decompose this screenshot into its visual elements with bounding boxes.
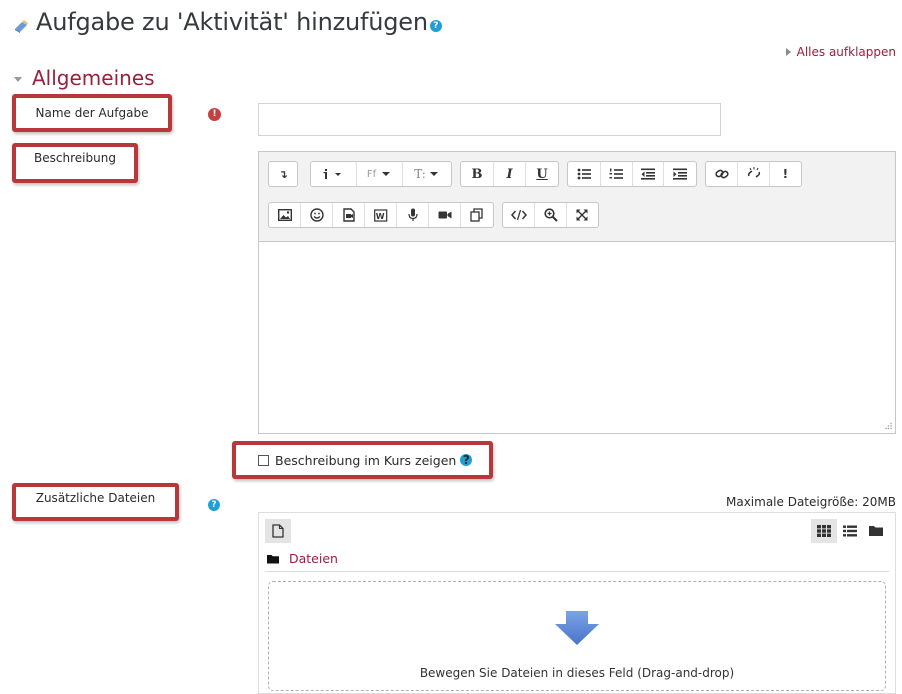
editor-toolbar: ↴ Ff T: B I U ! W <box>259 152 895 242</box>
list-view-icon[interactable] <box>837 519 863 543</box>
font-size-dropdown-icon[interactable]: T: <box>403 162 451 186</box>
show-description-label[interactable]: Beschreibung im Kurs zeigen <box>275 453 456 468</box>
editor-content-area[interactable] <box>259 242 895 433</box>
help-icon[interactable]: ? <box>460 454 473 466</box>
accessibility-checker-icon[interactable]: ! <box>770 162 801 186</box>
file-manager-toolbar <box>259 513 895 547</box>
dropzone-text: Bewegen Sie Dateien in dieses Feld (Drag… <box>419 666 735 680</box>
toolbar-group-tools <box>502 202 599 228</box>
assignment-icon <box>15 20 28 33</box>
record-audio-icon[interactable] <box>397 203 429 227</box>
outdent-icon[interactable] <box>633 162 665 186</box>
toolbar-group-media: W <box>268 202 494 228</box>
folder-label: Dateien <box>289 551 338 566</box>
name-label: Name der Aufgabe <box>35 106 149 120</box>
media-icon[interactable] <box>333 203 365 227</box>
arrow-down-icon <box>555 611 599 645</box>
unlink-icon[interactable] <box>738 162 770 186</box>
name-label-highlight: Name der Aufgabe <box>12 94 172 132</box>
help-icon[interactable]: ? <box>429 20 442 32</box>
show-description-checkbox[interactable] <box>258 454 269 466</box>
required-icon: ! <box>208 108 221 121</box>
resize-handle-icon[interactable] <box>884 422 892 430</box>
files-label-highlight: Zusätzliche Dateien <box>12 483 179 521</box>
bold-icon[interactable]: B <box>461 162 494 186</box>
record-video-icon[interactable] <box>429 203 461 227</box>
svg-text:W: W <box>375 212 384 221</box>
emoji-icon[interactable] <box>301 203 333 227</box>
toolbar-group-style: Ff T: <box>310 161 452 187</box>
toolbar-group-format: B I U <box>460 161 559 187</box>
toolbar-group-links: ! <box>705 161 802 187</box>
file-dropzone[interactable]: Bewegen Sie Dateien in dieses Feld (Drag… <box>268 581 886 691</box>
indent-icon[interactable] <box>664 162 696 186</box>
files-label: Zusätzliche Dateien <box>35 491 156 505</box>
underline-icon[interactable]: U <box>526 162 558 186</box>
folder-icon <box>267 554 279 563</box>
tree-view-icon[interactable] <box>863 519 889 543</box>
manage-files-icon[interactable] <box>461 203 493 227</box>
font-size-label: T: <box>414 167 426 181</box>
font-family-dropdown-icon[interactable]: Ff <box>357 162 403 186</box>
fullscreen-icon[interactable] <box>567 203 598 227</box>
section-header-general[interactable]: Allgemeines <box>14 66 155 90</box>
description-label-highlight: Beschreibung <box>12 143 138 183</box>
view-switcher <box>811 519 889 543</box>
max-file-size: Maximale Dateigröße: 20MB <box>725 495 896 509</box>
ordered-list-icon[interactable] <box>601 162 633 186</box>
expand-all-label: Alles aufklappen <box>796 45 896 59</box>
section-title: Allgemeines <box>32 66 155 90</box>
file-manager: Dateien Bewegen Sie Dateien in dieses Fe… <box>258 512 896 694</box>
description-label: Beschreibung <box>34 151 116 165</box>
caret-right-icon <box>785 48 791 56</box>
image-icon[interactable] <box>269 203 301 227</box>
chevron-down-icon <box>14 76 22 82</box>
info-dropdown-icon[interactable] <box>311 162 357 186</box>
divider <box>265 571 889 572</box>
page-title: Aufgabe zu 'Aktivität' hinzufügen <box>36 8 428 36</box>
toolbar-group-collapse: ↴ <box>268 161 298 187</box>
file-icon <box>272 524 284 538</box>
collapse-icon[interactable]: ↴ <box>269 162 297 186</box>
expand-all-link[interactable]: Alles aufklappen <box>785 45 896 59</box>
link-icon[interactable] <box>706 162 739 186</box>
name-input[interactable] <box>258 103 721 136</box>
folder-path[interactable]: Dateien <box>267 551 338 566</box>
font-family-label: Ff <box>366 168 377 180</box>
unordered-list-icon[interactable] <box>568 162 601 186</box>
page-title-row: Aufgabe zu 'Aktivität' hinzufügen ? <box>12 2 442 42</box>
html-icon[interactable] <box>503 203 536 227</box>
help-icon[interactable]: ? <box>208 499 220 511</box>
find-icon[interactable] <box>535 203 567 227</box>
add-file-button[interactable] <box>265 519 291 543</box>
italic-icon[interactable]: I <box>494 162 526 186</box>
show-description-highlight: Beschreibung im Kurs zeigen ? <box>232 441 493 479</box>
word-import-icon[interactable]: W <box>365 203 397 227</box>
grid-view-icon[interactable] <box>811 519 837 543</box>
toolbar-group-lists <box>567 161 697 187</box>
description-editor: ↴ Ff T: B I U ! W <box>258 151 896 434</box>
